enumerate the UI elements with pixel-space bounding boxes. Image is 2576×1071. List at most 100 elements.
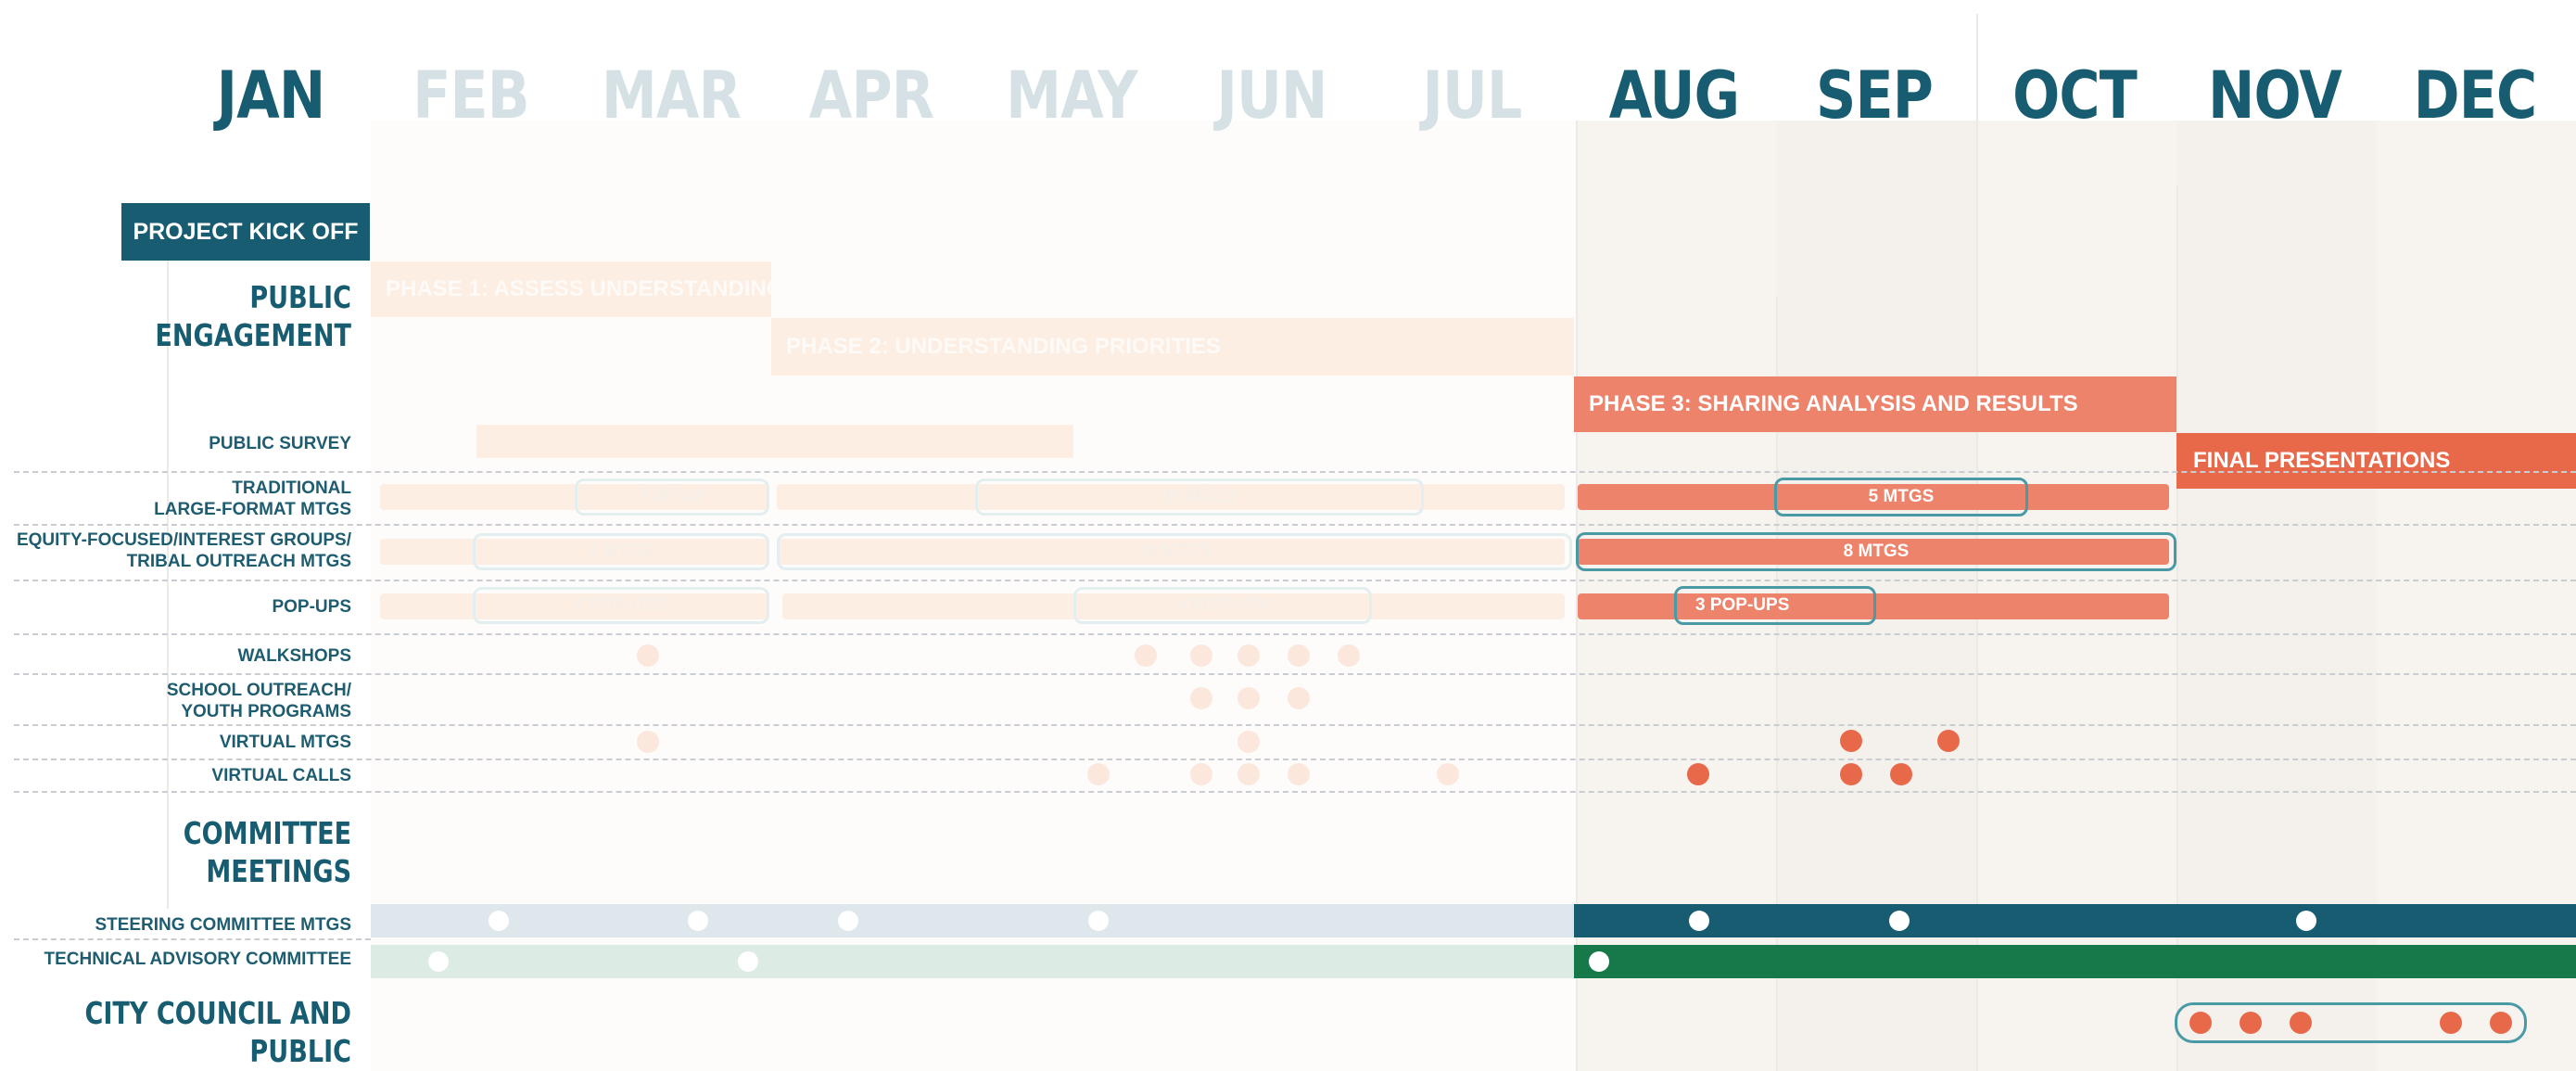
technical-mtg-dot (1589, 951, 1609, 972)
section-city-council: CITY COUNCIL AND PUBLIC PRESENTATIONS (84, 995, 351, 1069)
virtual-call-dot (1890, 763, 1912, 785)
virtual-call-dot (1687, 763, 1709, 785)
walkshop-dot (1237, 644, 1260, 667)
steering-bar-faded (371, 904, 1574, 937)
council-presentation-dot (2189, 1012, 2212, 1034)
phase-2-label: PHASE 2: UNDERSTANDING PRIORITIES (786, 334, 1221, 359)
virtual-mtg-dot (1840, 730, 1862, 752)
technical-mtg-dot (738, 951, 758, 972)
row-label-virtual-mtgs: VIRTUAL MTGS (219, 733, 351, 752)
separator (14, 791, 2576, 793)
month-jan: JAN (216, 57, 326, 134)
traditional-pill-p2: 11 MTGS (975, 478, 1424, 516)
virtual-call-dot (1087, 763, 1110, 785)
month-oct: OCT (2012, 57, 2138, 134)
month-sep: SEP (1815, 57, 1934, 134)
row-label-walkshops: WALKSHOPS (237, 646, 351, 666)
steering-mtg-dot (489, 911, 509, 931)
council-presentation-dot (2490, 1012, 2512, 1034)
row-label-public-survey: PUBLIC SURVEY (209, 434, 351, 453)
month-dec: DEC (2413, 57, 2538, 134)
phase-1-label: PHASE 1: ASSESS UNDERSTANDING (386, 276, 784, 301)
walkshop-dot (637, 644, 659, 667)
public-survey-bar (476, 425, 1073, 458)
row-label-virtual-calls: VIRTUAL CALLS (211, 766, 351, 785)
divider-nov (2176, 185, 2178, 1071)
virtual-mtg-dot (637, 731, 659, 753)
council-presentation-dot (2290, 1012, 2312, 1034)
project-kickoff-badge: PROJECT KICK OFF (121, 203, 370, 261)
technical-bar-active (1574, 945, 2576, 978)
separator (14, 580, 2576, 581)
row-label-popups: POP-UPS (272, 597, 351, 617)
traditional-count-p1: 7 MTGS (639, 487, 705, 506)
technical-bar-faded (371, 945, 1574, 978)
separator (14, 938, 371, 940)
month-jul: JUL (1422, 57, 1522, 134)
technical-mtg-dot (428, 951, 449, 972)
council-presentation-dot (2440, 1012, 2462, 1034)
month-aug: AUG (1608, 57, 1740, 134)
walkshop-dot (1135, 644, 1157, 667)
phase-1-bar: PHASE 1: ASSESS UNDERSTANDING (371, 261, 783, 317)
month-jun: JUN (1216, 57, 1327, 134)
equity-pill-p3: 8 MTGS (1576, 532, 2176, 571)
steering-mtg-dot (838, 911, 858, 931)
steering-bar-active (1574, 904, 2576, 937)
school-dot (1190, 687, 1212, 709)
popups-pill-p2: 4 POP-UPS (1073, 587, 1372, 624)
month-mar: MAR (601, 57, 742, 134)
virtual-call-dot (1840, 763, 1862, 785)
traditional-count-p3: 5 MTGS (1868, 487, 1935, 506)
phase-2-bar: PHASE 2: UNDERSTANDING PRIORITIES (771, 318, 1574, 376)
divider-left (167, 260, 169, 909)
section-public-engagement: PUBLIC ENGAGEMENT (155, 279, 351, 353)
traditional-count-p2: 11 MTGS (1161, 487, 1237, 506)
row-label-traditional: TRADITIONAL LARGE-FORMAT MTGS (154, 478, 351, 519)
equity-count-p2: 19 MTGS (1136, 542, 1212, 561)
month-nov: NOV (2208, 57, 2342, 134)
popups-pill-p1: 4 POP-UPS (473, 587, 769, 624)
separator (14, 724, 2576, 726)
equity-count-p1: 9 MTGS (588, 542, 654, 561)
steering-mtg-dot (688, 911, 708, 931)
virtual-call-dot (1190, 763, 1212, 785)
row-label-steering: STEERING COMMITTEE MTGS (95, 915, 351, 935)
final-presentations-label: FINAL PRESENTATIONS (2193, 448, 2451, 473)
steering-mtg-dot (1689, 911, 1709, 931)
project-kickoff-label: PROJECT KICK OFF (133, 218, 359, 245)
steering-mtg-dot (2296, 911, 2316, 931)
school-dot (1237, 687, 1260, 709)
school-dot (1288, 687, 1310, 709)
walkshop-dot (1190, 644, 1212, 667)
steering-mtg-dot (1889, 911, 1910, 931)
month-apr: APR (808, 57, 934, 134)
separator (14, 524, 2576, 526)
equity-pill-p1: 9 MTGS (473, 533, 769, 570)
virtual-mtg-dot (1937, 730, 1960, 752)
walkshop-dot (1288, 644, 1310, 667)
row-label-equity: EQUITY-FOCUSED/INTEREST GROUPS/ TRIBAL O… (16, 530, 351, 571)
month-feb: FEB (412, 57, 529, 134)
city-council-group (2175, 1002, 2527, 1043)
separator (14, 471, 2576, 473)
final-presentations-bar: FINAL PRESENTATIONS (2176, 433, 2576, 489)
popups-count-p2: 4 POP-UPS (1175, 595, 1270, 615)
walkshop-dot (1338, 644, 1360, 667)
equity-count-p3: 8 MTGS (1843, 542, 1910, 561)
popups-count-p1: 4 POP-UPS (574, 595, 668, 615)
virtual-mtg-dot (1237, 731, 1260, 753)
steering-mtg-dot (1088, 911, 1109, 931)
row-label-school: SCHOOL OUTREACH/ YOUTH PROGRAMS (166, 681, 351, 721)
popups-pill-p3: 3 POP-UPS (1674, 586, 1876, 625)
row-label-technical: TECHNICAL ADVISORY COMMITTEE (44, 950, 351, 969)
virtual-call-dot (1237, 763, 1260, 785)
separator (14, 633, 2576, 635)
virtual-call-dot (1437, 763, 1459, 785)
phase-3-bar: PHASE 3: SHARING ANALYSIS AND RESULTS (1574, 376, 2176, 432)
separator (14, 759, 2576, 760)
traditional-pill-p3: 5 MTGS (1774, 478, 2028, 516)
section-committee-meetings: COMMITTEE MEETINGS (183, 815, 351, 889)
virtual-call-dot (1288, 763, 1310, 785)
separator (14, 673, 2576, 675)
